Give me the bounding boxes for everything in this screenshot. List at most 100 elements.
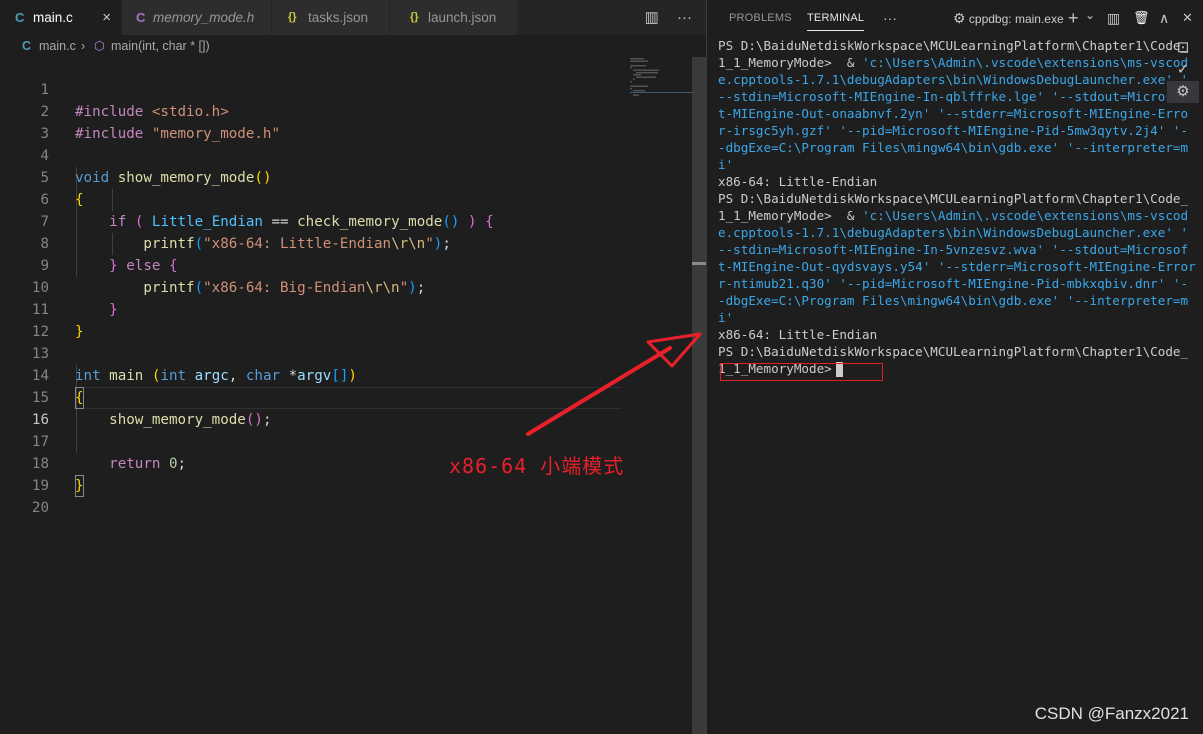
terminal-panel: PROBLEMS TERMINAL ··· ⚙ cppdbg: main.exe… [706,0,1203,734]
terminal-line: t-MIEngine-Out-onaabnvf.2yn' '--stderr=M… [718,105,1188,122]
panel-header: PROBLEMS TERMINAL ··· ⚙ cppdbg: main.exe… [707,0,1203,36]
terminal-output[interactable]: PS D:\BaiduNetdiskWorkspace\MCULearningP… [718,37,1196,381]
terminal-line: e.cpptools-1.7.1\debugAdapters\bin\Windo… [718,224,1188,241]
terminal-line: x86-64: Little-Endian [718,326,1158,343]
terminal-text: r-ntimub21.q30' '--pid=Microsoft-MIEngin… [718,276,1189,291]
code-line: 9 printf("x86-64: Big-Endian\r\n"); [0,233,690,296]
terminal-text: x86-64: Little-Endian [718,174,878,189]
terminal-line: -dbgExe=C:\Program Files\mingw64\bin\gdb… [718,292,1188,309]
code-line: 10 } [0,255,690,318]
terminal-text: --stdin=Microsoft-MIEngine-In-5vnzesvz.w… [718,242,1189,257]
tab-main-c[interactable]: C main.c × [0,0,122,35]
terminal-selector[interactable]: ⚙ cppdbg: main.exe [953,0,1064,36]
more-actions-icon[interactable]: ··· [883,0,897,36]
breadcrumb-file[interactable]: main.c [39,35,76,57]
trash-icon[interactable]: 🗑 [1133,0,1150,36]
terminal-text: PS D:\BaiduNetdiskWorkspace\MCULearningP… [718,344,1189,359]
chevron-down-icon[interactable]: ⌄ [1085,0,1095,33]
tab-memory-mode-h[interactable]: C memory_mode.h [122,0,272,35]
terminal-line: 1_1_MemoryMode> & 'c:\Users\Admin\.vscod… [718,54,1188,71]
code-line: 2 #include "memory_mode.h" [0,79,690,142]
code-line: 8 } else { [0,211,690,274]
check-icon[interactable]: ✓ [1171,59,1195,81]
terminal-line: --stdin=Microsoft-MIEngine-In-qblffrke.l… [718,88,1188,105]
breadcrumb-symbol[interactable]: main(int, char * []) [111,35,210,57]
terminal-text: PS D:\BaiduNetdiskWorkspace\MCULearningP… [718,38,1189,53]
tab-label: launch.json [428,10,497,25]
terminal-text: 1_1_MemoryMode> & [718,208,863,223]
terminal-line: i' [718,156,1158,173]
terminal-text: x86-64: Little-Endian [718,327,878,342]
c-file-icon: C [22,39,32,53]
terminal-line: 1_1_MemoryMode> & 'c:\Users\Admin\.vscod… [718,207,1188,224]
terminal-line: t-MIEngine-Out-qydsvays.y54' '--stderr=M… [718,258,1196,275]
tab-launch-json[interactable]: {} launch.json [390,0,518,35]
c-file-icon: C [136,10,146,25]
breadcrumb: C main.c › ⬡ main(int, char * []) [0,35,706,57]
annotation-label: x86-64 小端模式 [449,454,625,478]
terminal-line: r-ntimub21.q30' '--pid=Microsoft-MIEngin… [718,275,1188,292]
minimap[interactable] [630,57,692,97]
split-editor-icon[interactable]: ▥ [645,9,659,26]
terminal-text: -dbgExe=C:\Program Files\mingw64\bin\gdb… [718,293,1189,308]
more-actions-icon[interactable]: ··· [677,9,692,26]
terminal-line: --stdin=Microsoft-MIEngine-In-5vnzesvz.w… [718,241,1188,258]
terminal-text: t-MIEngine-Out-qydsvays.y54' '--stderr=M… [718,259,1196,274]
tab-problems[interactable]: PROBLEMS [729,0,792,36]
terminal-line: PS D:\BaiduNetdiskWorkspace\MCULearningP… [718,190,1188,207]
annotation-arrow-icon [526,332,702,436]
terminal-text: e.cpptools-1.7.1\debugAdapters\bin\Windo… [718,225,1189,240]
code-line: 11 } [0,277,690,340]
line-number: 20 [31,500,49,516]
terminal-line: e.cpptools-1.7.1\debugAdapters\bin\Windo… [718,71,1188,88]
terminal-text: r-irsgc5yh.gzf' '--pid=Microsoft-MIEngin… [718,123,1189,138]
cursor-position-marker [692,262,706,265]
add-terminal-icon[interactable]: + [1068,0,1079,36]
terminal-text: i' [718,157,734,172]
tab-label: main.c [33,10,73,25]
terminal-text: i' [718,310,734,325]
code-line: 12 [0,299,690,340]
code-line: 4 void show_memory_mode() [0,123,690,186]
terminal-text: 'c:\Users\Admin\.vscode\extensions\ms-vs… [862,55,1189,70]
terminal-text: --stdin=Microsoft-MIEngine-In-qblffrke.l… [718,89,1189,104]
code-line: 5 { [0,145,690,208]
terminal-line: i' [718,309,1158,326]
terminal-text: PS D:\BaiduNetdiskWorkspace\MCULearningP… [718,191,1189,206]
terminal-line: r-irsgc5yh.gzf' '--pid=Microsoft-MIEngin… [718,122,1188,139]
debug-terminal-icon[interactable]: ⚙ [1167,81,1199,103]
watermark: CSDN @Fanzx2021 [1034,704,1189,723]
code-line: 1 #include <stdio.h> [0,57,690,120]
terminal-line: PS D:\BaiduNetdiskWorkspace\MCULearningP… [718,343,1188,360]
terminal-text: 'c:\Users\Admin\.vscode\extensions\ms-vs… [862,208,1189,223]
close-icon[interactable]: × [102,0,111,35]
split-terminal-icon[interactable]: ▥ [1107,0,1120,36]
breadcrumb-separator: › [81,39,86,53]
output-highlight-box [720,363,883,381]
editor-actions: ▥ ··· [631,0,692,35]
tab-label: tasks.json [308,10,369,25]
terminal-name: cppdbg: main.exe [968,12,1064,26]
function-symbol-icon: ⬡ [94,39,105,53]
terminal-text: e.cpptools-1.7.1\debugAdapters\bin\Windo… [718,72,1189,87]
c-file-icon: C [15,10,25,25]
terminal-line: PS D:\BaiduNetdiskWorkspace\MCULearningP… [718,37,1188,54]
powershell-terminal-icon[interactable]: ⊡ [1171,37,1195,59]
code-line: 6 if ( Little_Endian == check_memory_mod… [0,167,690,230]
json-file-icon: {} [410,11,419,23]
tab-tasks-json[interactable]: {} tasks.json [272,0,390,35]
terminal-line: x86-64: Little-Endian [718,173,1158,190]
terminal-text: 1_1_MemoryMode> & [718,55,863,70]
tab-label: memory_mode.h [153,10,255,25]
code-line: 3 [0,101,690,142]
terminal-text: t-MIEngine-Out-onaabnvf.2yn' '--stderr=M… [718,106,1189,121]
tab-terminal[interactable]: TERMINAL [807,0,865,36]
maximize-panel-icon[interactable]: ∧ [1159,0,1169,36]
terminal-text: -dbgExe=C:\Program Files\mingw64\bin\gdb… [718,140,1189,155]
close-icon[interactable]: ✕ [1182,0,1193,36]
editor-tab-bar: C main.c × C memory_mode.h {} tasks.json… [0,0,706,35]
json-file-icon: {} [288,11,297,23]
debug-icon: ⚙ [953,10,966,26]
terminal-line: -dbgExe=C:\Program Files\mingw64\bin\gdb… [718,139,1188,156]
code-line: 7 printf("x86-64: Little-Endian\r\n"); [0,189,690,252]
